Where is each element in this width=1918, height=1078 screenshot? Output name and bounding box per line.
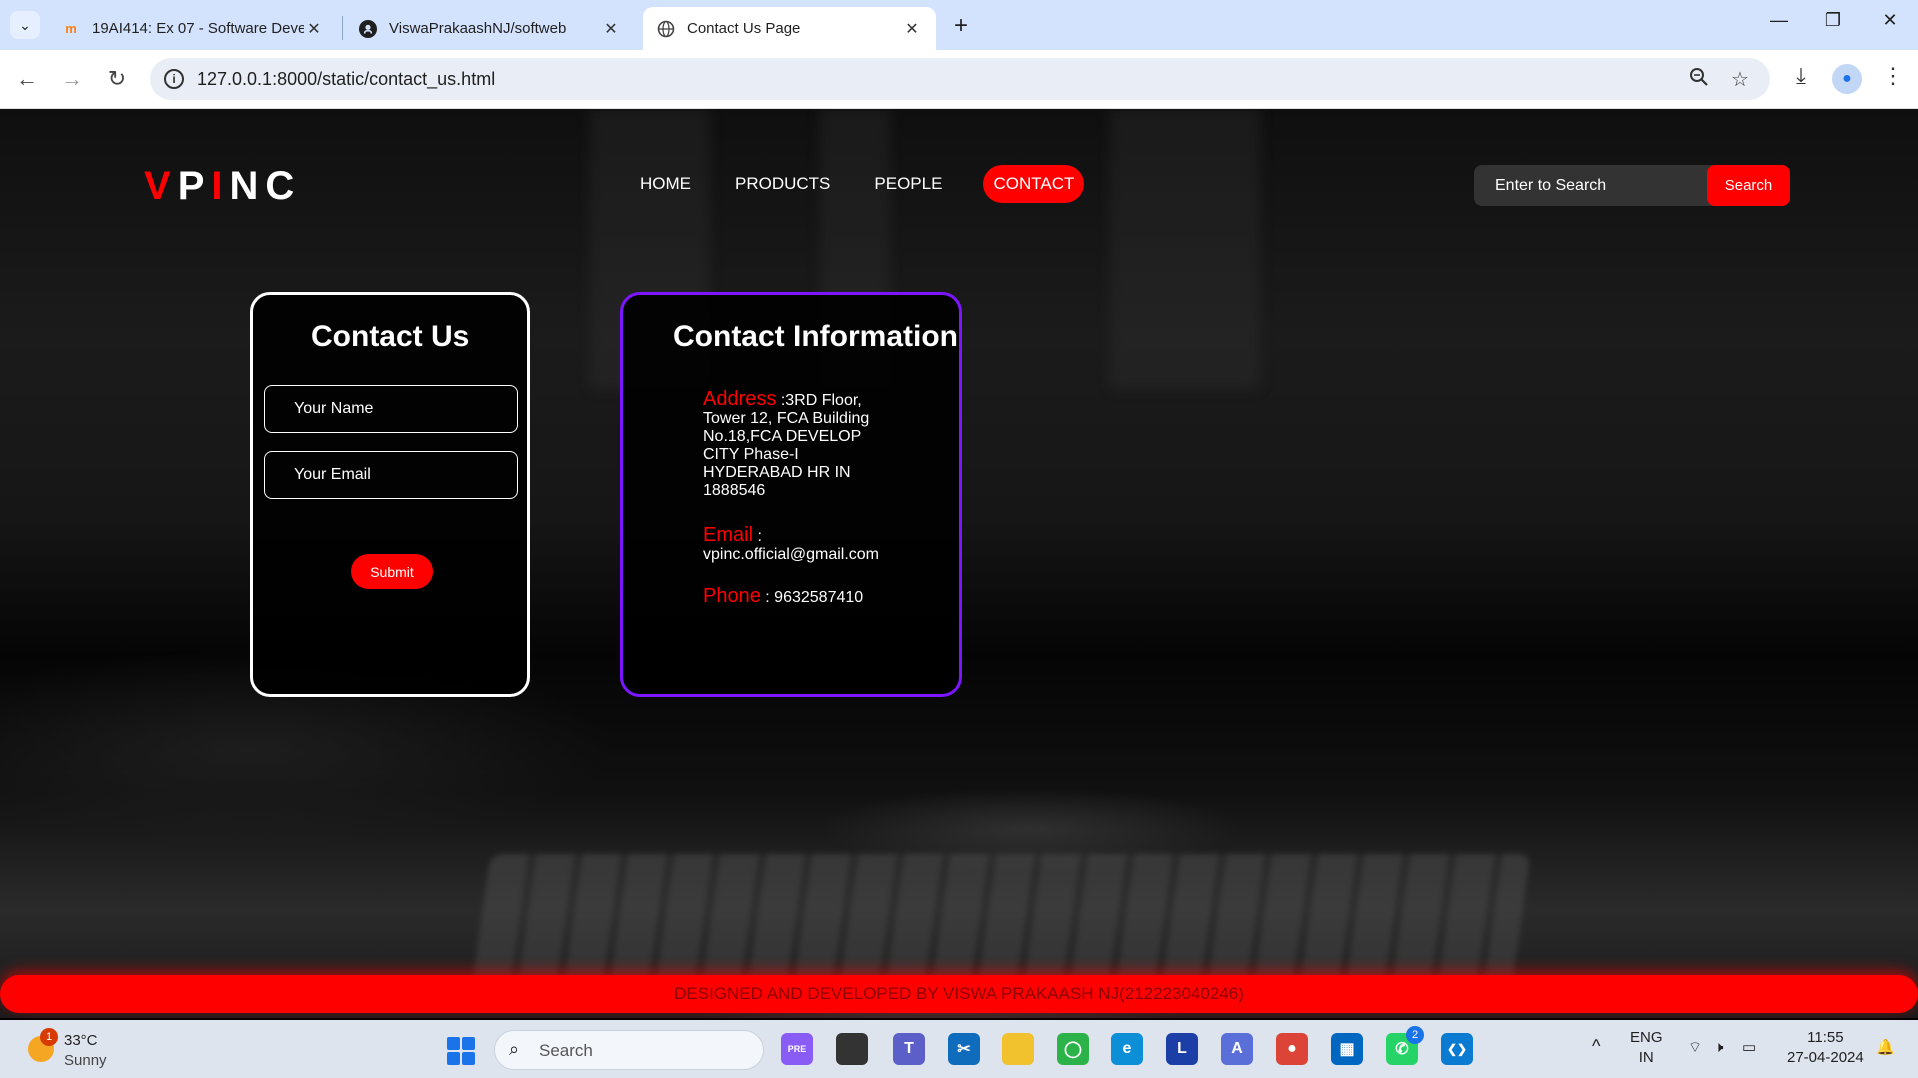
minimize-button[interactable]: —: [1764, 10, 1794, 31]
weather-temperature[interactable]: 33°C: [64, 1032, 98, 1049]
tab-github[interactable]: ViswaPrakaashNJ/softweb ✕: [345, 7, 635, 50]
logo-letter: V: [144, 164, 178, 208]
clock[interactable]: 11:55 27-04-2024: [1787, 1028, 1864, 1068]
nav-people[interactable]: PEOPLE: [874, 165, 942, 203]
l-app-icon[interactable]: L: [1166, 1033, 1198, 1065]
copilot-app-icon[interactable]: PRE: [781, 1033, 813, 1065]
contact-info-title: Contact Information: [673, 320, 958, 353]
forward-icon[interactable]: →: [57, 64, 87, 94]
reload-icon[interactable]: ↻: [102, 64, 132, 94]
weather-condition[interactable]: Sunny: [64, 1052, 107, 1069]
moodle-icon: m: [65, 21, 77, 36]
edge-icon[interactable]: e: [1111, 1033, 1143, 1065]
close-icon[interactable]: ✕: [902, 19, 922, 39]
nav-contact[interactable]: CONTACT: [983, 165, 1085, 203]
notification-bell-icon[interactable]: 🔔: [1876, 1038, 1895, 1058]
phone-value: : 9632587410: [760, 589, 864, 606]
tab-separator: [342, 16, 343, 40]
tab-moodle[interactable]: m 19AI414: Ex 07 - Software Deve ✕: [48, 7, 338, 50]
bookmark-star-icon[interactable]: ☆: [1726, 67, 1754, 92]
background-decor: [1110, 109, 1260, 389]
submit-button[interactable]: Submit: [351, 554, 433, 589]
windows-start-icon[interactable]: [447, 1037, 475, 1065]
weather-badge: 1: [40, 1028, 58, 1046]
site-info-icon[interactable]: i: [164, 69, 184, 89]
tab-title: Contact Us Page: [687, 20, 801, 37]
email-label: Email: [703, 524, 754, 546]
chrome-icon[interactable]: ●: [1276, 1033, 1308, 1065]
task-view-icon[interactable]: [836, 1033, 868, 1065]
logo-letter: NC: [229, 164, 302, 208]
page-viewport: VPINC HOME PRODUCTS PEOPLE CONTACT Searc…: [0, 109, 1918, 1018]
site-footer: DESIGNED AND DEVELOPED BY VISWA PRAKAASH…: [0, 975, 1918, 1013]
address-bar-row: ← → ↻ i 127.0.0.1:8000/static/contact_us…: [0, 50, 1918, 109]
contact-form-card: Contact Us Submit: [250, 292, 530, 697]
language-indicator[interactable]: ENG IN: [1630, 1028, 1663, 1068]
store-icon[interactable]: ▦: [1331, 1033, 1363, 1065]
nav-home[interactable]: HOME: [640, 165, 691, 203]
phone-label: Phone: [703, 585, 761, 607]
restore-button[interactable]: ❐: [1818, 10, 1848, 31]
vscode-icon[interactable]: ❮❯: [1441, 1033, 1473, 1065]
taskbar-search[interactable]: ⌕ Search: [494, 1030, 764, 1070]
github-icon: [359, 19, 377, 38]
tab-search-button[interactable]: ⌄: [10, 11, 40, 39]
close-icon[interactable]: ✕: [304, 19, 324, 39]
browser-tab-bar: ⌄ m 19AI414: Ex 07 - Software Deve ✕ Vis…: [0, 0, 1918, 50]
search-icon: ⌕: [509, 1039, 520, 1059]
refresh-app-icon[interactable]: ◯: [1057, 1033, 1089, 1065]
profile-avatar[interactable]: ●: [1832, 64, 1862, 94]
volume-muted-icon[interactable]: 🕨: [1714, 1038, 1723, 1058]
tab-title: ViswaPrakaashNJ/softweb: [389, 20, 567, 37]
globe-icon: [657, 20, 675, 38]
site-search: Search: [1474, 165, 1790, 206]
nav-products[interactable]: PRODUCTS: [735, 165, 830, 203]
tab-title: 19AI414: Ex 07 - Software Deve: [92, 20, 304, 37]
arc-app-icon[interactable]: A: [1221, 1033, 1253, 1065]
contact-form-title: Contact Us: [311, 320, 470, 353]
tab-contact-us[interactable]: Contact Us Page ✕: [643, 7, 936, 50]
close-icon[interactable]: ✕: [601, 19, 621, 39]
zoom-icon[interactable]: [1685, 67, 1713, 93]
region-code: IN: [1638, 1049, 1654, 1066]
email-block: Email : vpinc.official@gmail.com: [703, 524, 923, 564]
tray-chevron-icon[interactable]: ^: [1592, 1036, 1600, 1056]
omnibox[interactable]: i 127.0.0.1:8000/static/contact_us.html …: [150, 58, 1770, 100]
download-icon[interactable]: ⤓: [1786, 63, 1816, 89]
email-field[interactable]: [264, 451, 518, 499]
address-block: Address :3RD Floor, Tower 12, FCA Buildi…: [703, 388, 893, 500]
clock-date: 27-04-2024: [1787, 1049, 1864, 1066]
teams-icon[interactable]: T: [893, 1033, 925, 1065]
main-nav: HOME PRODUCTS PEOPLE CONTACT: [640, 165, 1128, 203]
battery-icon[interactable]: ▭: [1742, 1038, 1756, 1058]
url-text[interactable]: 127.0.0.1:8000/static/contact_us.html: [197, 69, 495, 90]
taskbar-search-label: Search: [539, 1041, 593, 1060]
snipping-tool-icon[interactable]: ✂: [948, 1033, 980, 1065]
email-separator: :: [753, 528, 762, 545]
whatsapp-badge: 2: [1406, 1026, 1424, 1044]
back-icon[interactable]: ←: [12, 64, 42, 94]
site-logo[interactable]: VPINC: [144, 164, 301, 209]
close-window-button[interactable]: ✕: [1875, 10, 1905, 31]
windows-taskbar: 1 33°C Sunny ⌕ Search PRE T ✂ ◯ e L A ● …: [0, 1020, 1918, 1078]
clock-time: 11:55: [1807, 1029, 1844, 1046]
phone-block: Phone : 9632587410: [703, 585, 923, 607]
search-button[interactable]: Search: [1707, 165, 1790, 206]
address-label: Address: [703, 388, 777, 410]
contact-info-card: Contact Information Address :3RD Floor, …: [620, 292, 962, 697]
menu-kebab-icon[interactable]: ⋮: [1878, 63, 1908, 89]
new-tab-button[interactable]: +: [948, 12, 974, 40]
language-code: ENG: [1630, 1029, 1663, 1046]
name-field[interactable]: [264, 385, 518, 433]
logo-letter: I: [211, 164, 230, 208]
wifi-icon[interactable]: ⌔: [1688, 1038, 1702, 1058]
file-explorer-icon[interactable]: [1002, 1033, 1034, 1065]
email-value: vpinc.official@gmail.com: [703, 546, 880, 563]
logo-letter: P: [177, 164, 212, 208]
search-input[interactable]: [1474, 165, 1706, 206]
